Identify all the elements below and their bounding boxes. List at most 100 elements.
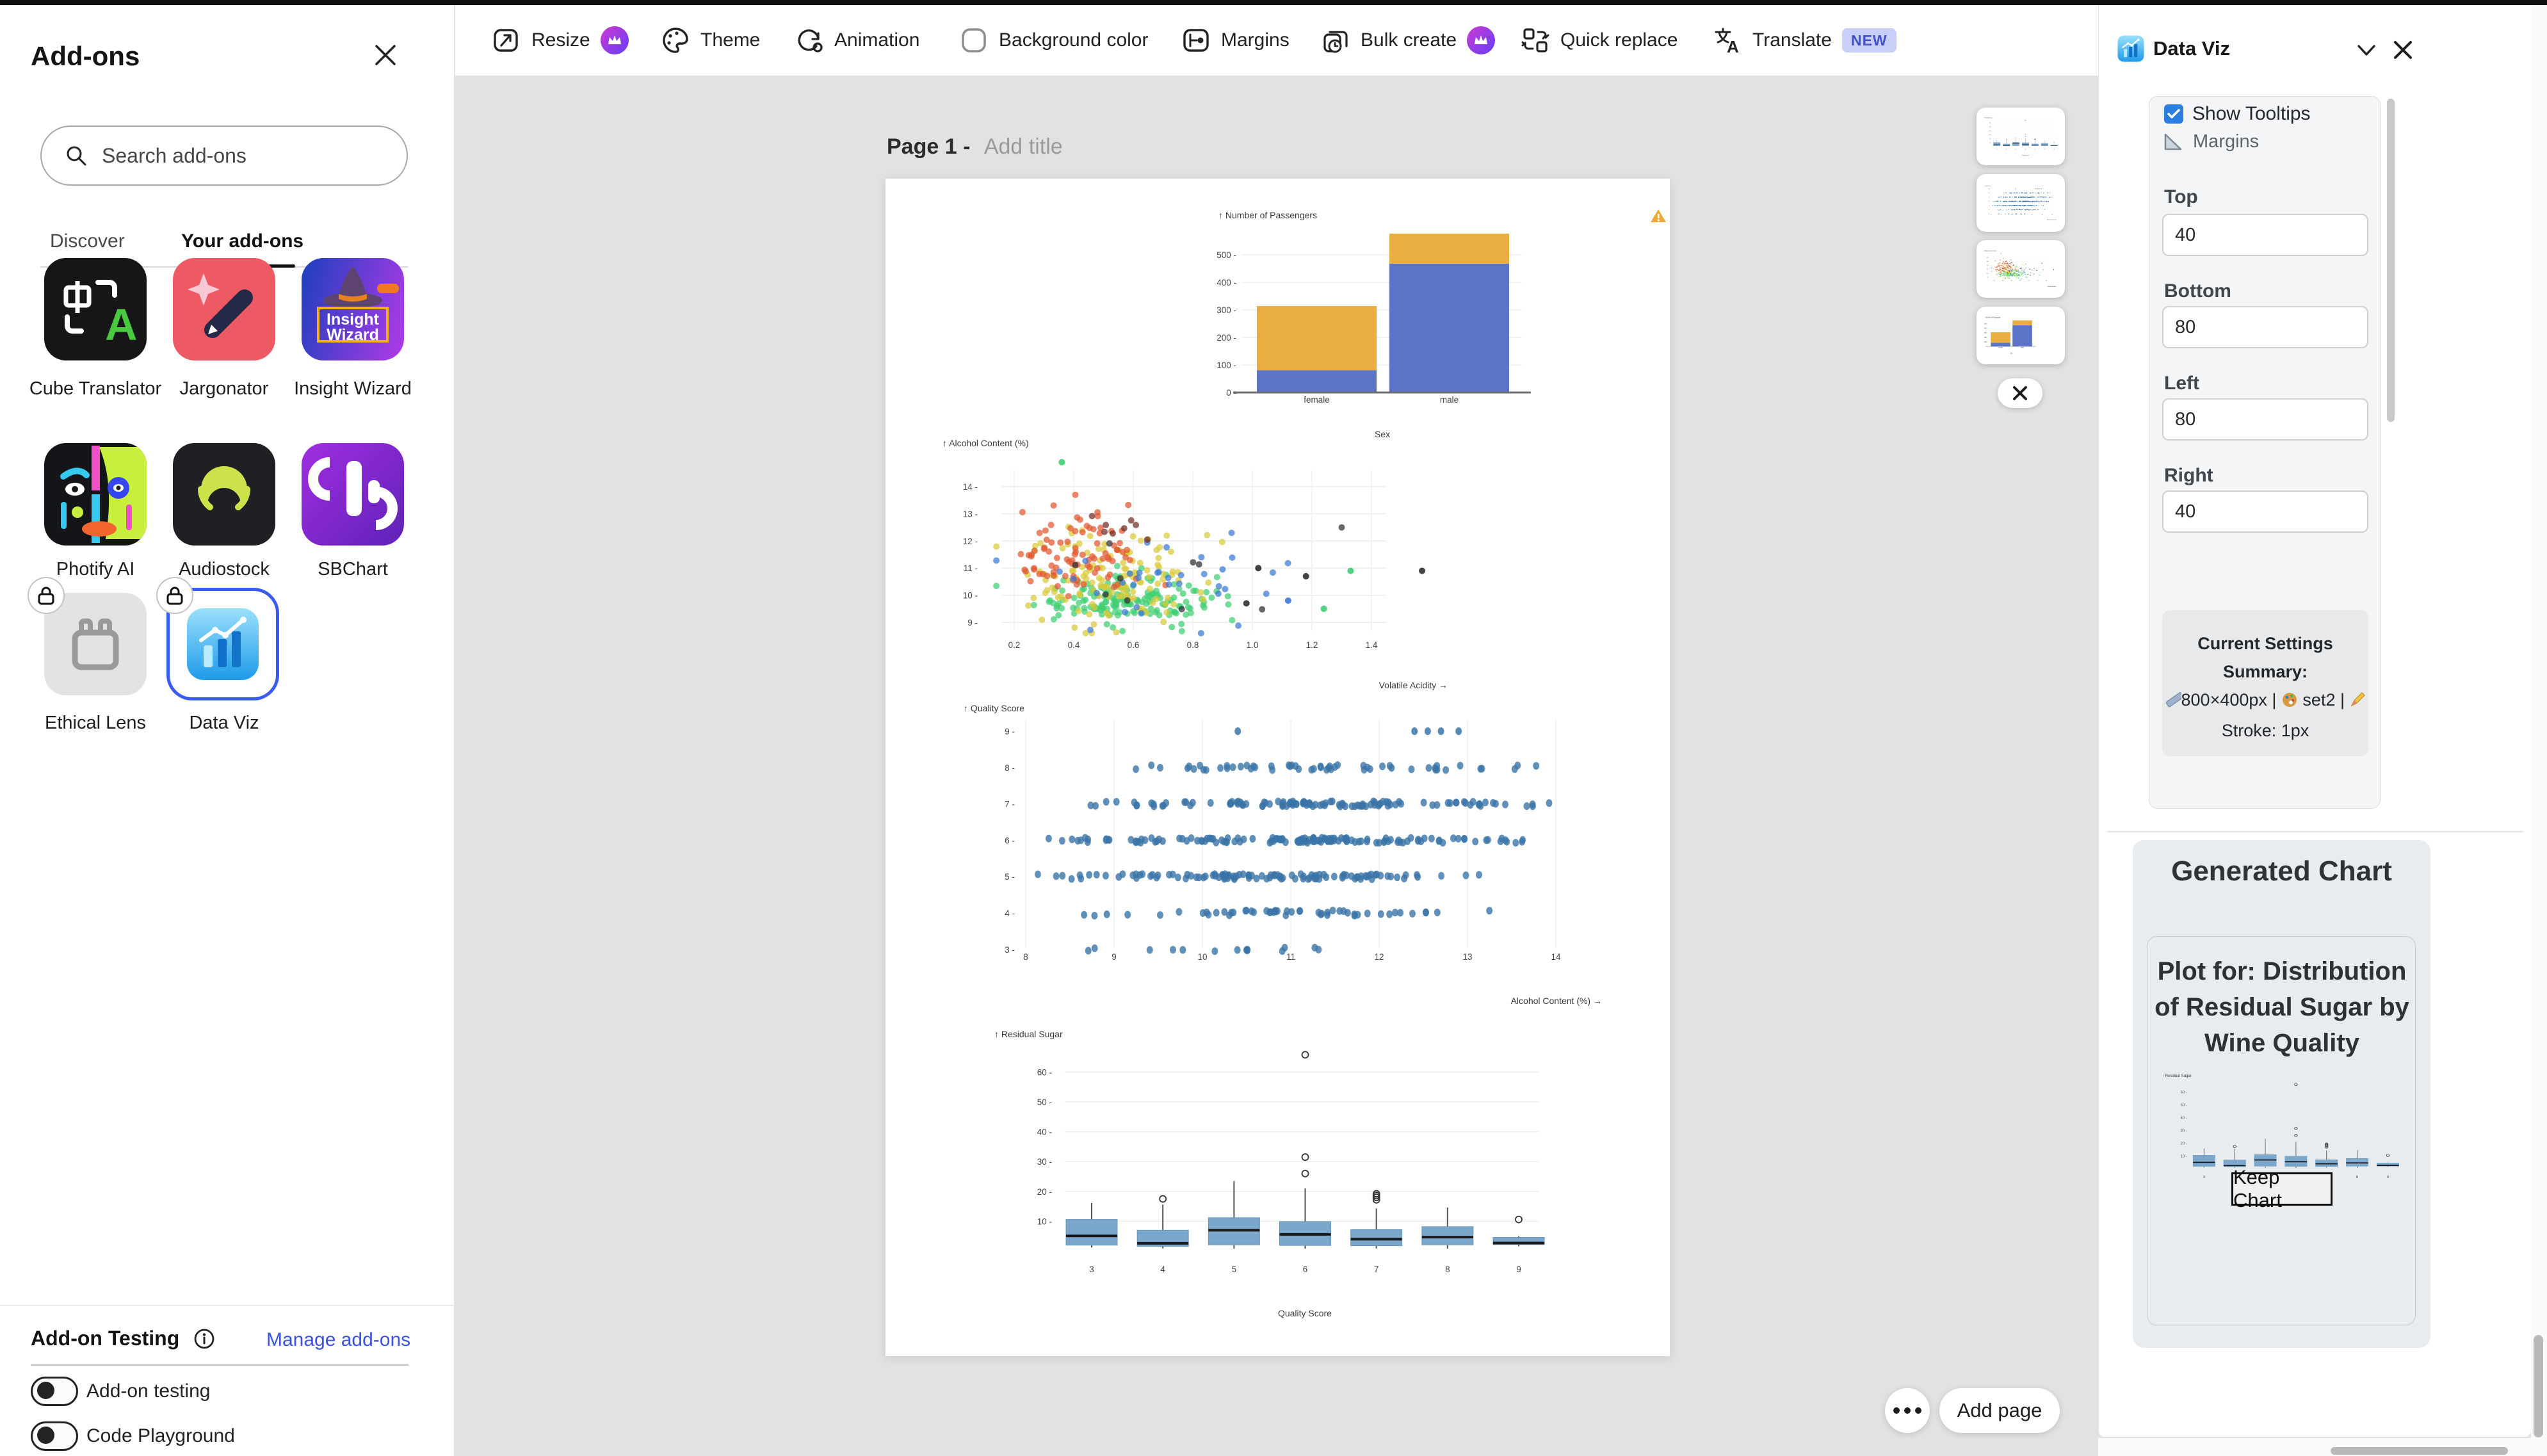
addons-close-button[interactable] [371,41,400,69]
bar-chart-logo-icon [302,443,404,546]
new-badge: NEW [1842,28,1896,53]
box-chart[interactable]: 10 -20 -30 -40 -50 -60 -3456789↑ Residua… [988,1027,1551,1322]
page-thumbnail[interactable]: 9 -10 -11 -12 -13 -14 -0.20.40.60.81.01.… [1977,240,2065,298]
svg-text:↑ Alcohol Content (%): ↑ Alcohol Content (%) [1984,250,1996,252]
svg-text:10 -: 10 - [1989,143,1991,144]
resize-button[interactable]: Resize [492,26,629,55]
svg-text:10 -: 10 - [963,591,978,601]
info-icon[interactable] [193,1328,215,1350]
toolbar-label: Margins [1221,29,1290,51]
tab-your-addons[interactable]: Your add-ons [181,231,303,252]
show-tooltips-checkbox[interactable] [2164,104,2183,124]
keep-chart-button[interactable]: Keep Chart [2231,1172,2333,1206]
code-playground-toggle-label: Code Playground [86,1425,235,1447]
svg-text:↑ Number of Passengers: ↑ Number of Passengers [1218,210,1317,220]
svg-text:Sex: Sex [2010,353,2013,355]
collapse-panel-button[interactable] [2355,42,2378,59]
search-input[interactable] [102,144,371,168]
vertical-scrollbar-thumb[interactable] [2534,1335,2543,1437]
addon-tile-cube-translator[interactable]: A [44,258,147,360]
strip-chart[interactable]: 8910111213143 -4 -5 -6 -7 -8 -9 -↑ Quali… [956,700,1609,1008]
background-color-button[interactable]: Background color [959,26,1148,55]
svg-text:3: 3 [1996,149,1997,150]
lock-badge [156,577,193,614]
svg-text:8: 8 [2044,149,2045,150]
svg-text:5 -: 5 - [1005,872,1015,882]
crescent-icon [173,443,275,546]
animation-button[interactable]: Animation [795,26,919,55]
add-page-button[interactable]: Add page [1939,1388,2060,1433]
addon-name: Insight Wizard [282,375,423,402]
svg-text:↑ Residual Sugar: ↑ Residual Sugar [2162,1074,2192,1078]
tab-discover[interactable]: Discover [50,231,125,252]
summary-stroke: Stroke: 1px [2222,721,2309,740]
addon-tile-jargonator[interactable] [173,258,275,360]
page-thumbnail[interactable]: 8910111213143 -4 -5 -6 -7 -8 -9 -↑ Quali… [1977,174,2065,232]
svg-text:1.2: 1.2 [1306,640,1318,650]
svg-text:A: A [1727,37,1739,55]
svg-text:1.0: 1.0 [2028,280,2030,282]
svg-text:8 -: 8 - [1005,763,1015,773]
bulk-create-button[interactable]: Bulk create [1321,26,1495,55]
bulk-create-icon [1321,26,1350,55]
svg-text:11: 11 [1286,952,1295,962]
margin-right-input[interactable] [2162,490,2368,533]
top-toolbar: Resize Theme Animation Background color … [455,5,2098,76]
page-thumbnail[interactable]: ↑ Number of Passengers0 -100 -200 -300 -… [1977,307,2065,364]
svg-text:↑ Number of Passengers: ↑ Number of Passengers [1984,316,2001,318]
manage-addons-link[interactable]: Manage add-ons [266,1329,410,1351]
page-label[interactable]: Page 1 - Add title [887,134,1063,159]
svg-text:7: 7 [1374,1265,1379,1274]
addon-testing-toggle[interactable] [31,1377,78,1406]
svg-text:50 -: 50 - [2181,1104,2187,1108]
addons-search-box[interactable] [40,125,408,186]
horizontal-scrollbar-thumb[interactable] [2331,1447,2508,1455]
design-canvas[interactable]: Page 1 - Add title ↑ Number of Passenger… [455,76,2098,1456]
thumbnail-box-chart: 10 -20 -30 -40 -50 -60 -3456789↑ Residua… [1983,113,2058,160]
page-title-placeholder[interactable]: Add title [984,134,1063,159]
svg-text:30 -: 30 - [1037,1157,1052,1167]
data-viz-icon [184,606,261,683]
svg-text:female: female [1304,395,1330,405]
summary-heading-line1: Current Settings [2197,634,2333,653]
svg-text:12 -: 12 - [963,537,978,546]
summary-palette: set2 | [2298,690,2350,709]
document-page[interactable]: ↑ Number of Passengers0 -100 -200 -300 -… [885,179,1670,1356]
lock-icon [37,586,55,605]
translate-button[interactable]: A Translate NEW [1713,26,1896,55]
margins-icon [1181,26,1211,55]
svg-text:40 -: 40 - [2181,1117,2187,1120]
theme-button[interactable]: Theme [661,26,760,55]
check-icon [2167,108,2181,120]
svg-text:A: A [105,300,138,350]
margin-bottom-input[interactable] [2162,306,2368,348]
page-thumbnail[interactable]: 10 -20 -30 -40 -50 -60 -3456789↑ Residua… [1977,108,2065,165]
bar-chart[interactable]: ↑ Number of Passengers0 -100 -200 -300 -… [1209,204,1670,448]
code-playground-toggle[interactable] [31,1421,78,1451]
generated-chart-section: Generated Chart Plot for: Distribution o… [2133,840,2430,1348]
svg-text:Alcohol Content (%) →: Alcohol Content (%) → [2047,219,2058,221]
scatter-chart[interactable]: 9 -10 -11 -12 -13 -14 -0.20.40.60.81.01.… [937,435,1455,697]
panel-close-button[interactable] [2390,37,2416,63]
margins-button[interactable]: Margins [1181,26,1290,55]
field-label-bottom: Bottom [2164,280,2231,302]
addon-tile-audiostock[interactable] [173,443,275,546]
margin-left-input[interactable] [2162,398,2368,441]
toolbar-label: Animation [834,29,919,51]
addon-tile-insight-wizard[interactable]: Insight Wizard [302,258,404,360]
more-options-button[interactable] [1885,1388,1930,1433]
svg-text:↑ Quality Score: ↑ Quality Score [964,703,1024,713]
svg-text:50 -: 50 - [1037,1097,1052,1107]
addon-tile-sbchart[interactable] [302,443,404,546]
warning-icon [1650,208,1667,223]
close-thumbnails-button[interactable] [1998,378,2042,408]
svg-text:male: male [2021,348,2025,349]
addon-tile-photify-ai[interactable] [44,443,147,546]
quick-replace-icon [1521,26,1550,55]
svg-text:0.6: 0.6 [1128,640,1140,650]
svg-text:4: 4 [2006,149,2007,150]
quick-replace-button[interactable]: Quick replace [1521,26,1678,55]
panel-scrollbar-thumb[interactable] [2387,99,2395,422]
addons-panel-title: Add-ons [31,41,140,72]
margin-top-input[interactable] [2162,214,2368,256]
